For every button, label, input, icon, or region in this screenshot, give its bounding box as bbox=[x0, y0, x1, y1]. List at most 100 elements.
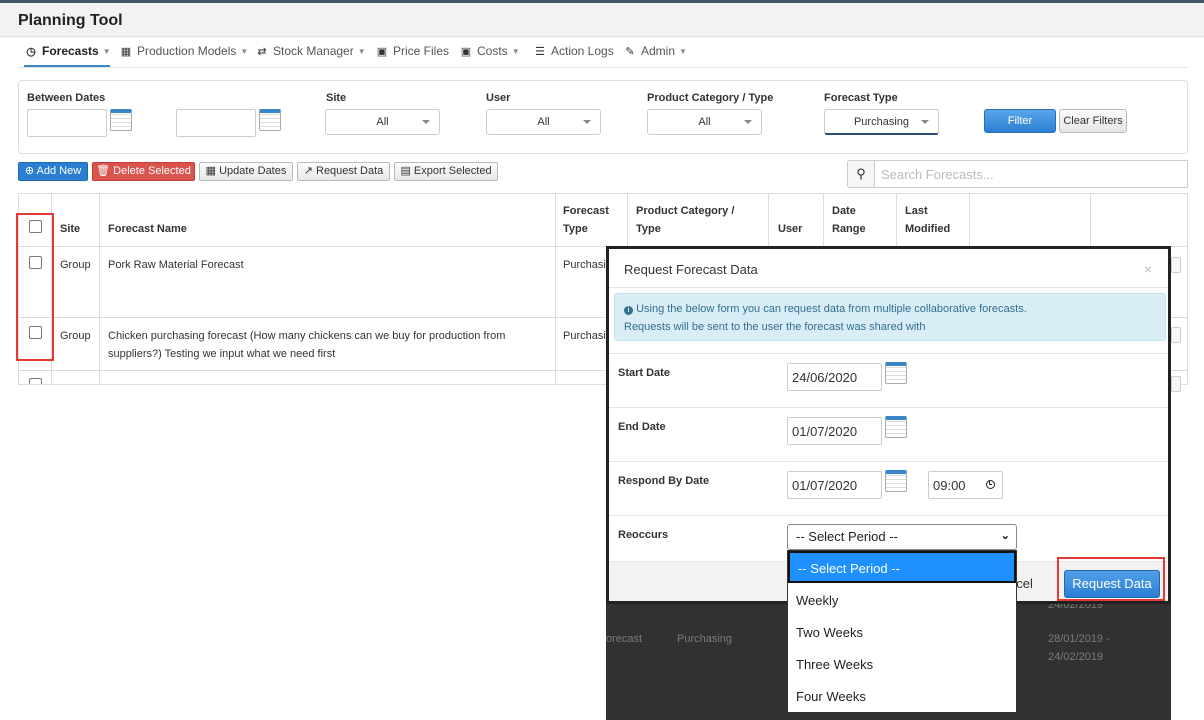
respond-by-date-input[interactable]: 01/07/2020 bbox=[787, 471, 882, 499]
update-dates-button[interactable]: ▦ Update Dates bbox=[199, 162, 293, 181]
close-icon[interactable]: × bbox=[1144, 261, 1152, 277]
info-alert: i Using the below form you can request d… bbox=[614, 293, 1166, 341]
delete-selected-button[interactable]: 🗑 Delete Selected bbox=[92, 162, 195, 181]
row-action-button[interactable] bbox=[1171, 376, 1181, 392]
col-forecast-type-line1: Forecast bbox=[563, 205, 609, 217]
col-last-modified[interactable]: Last Modified bbox=[905, 202, 950, 238]
option-three-weeks[interactable]: Three Weeks bbox=[788, 649, 1016, 681]
row-action-button[interactable] bbox=[1171, 257, 1181, 273]
row-site: Group bbox=[60, 330, 91, 342]
chevron-down-icon: ▼ bbox=[102, 47, 111, 56]
filter-button[interactable]: Filter bbox=[984, 109, 1056, 133]
calendar-icon[interactable] bbox=[259, 109, 281, 131]
calendar-icon[interactable] bbox=[885, 362, 907, 384]
calendar-icon[interactable] bbox=[110, 109, 132, 131]
chevron-down-icon: ▼ bbox=[357, 47, 366, 56]
delete-selected-label: Delete Selected bbox=[113, 165, 191, 177]
col-forecast-name[interactable]: Forecast Name bbox=[108, 220, 187, 238]
col-date-range-line1: Date bbox=[832, 205, 856, 217]
site-select[interactable]: All bbox=[325, 109, 440, 135]
nav-stock-manager-label: Stock Manager bbox=[273, 44, 354, 58]
col-user[interactable]: User bbox=[778, 220, 802, 238]
col-forecast-type[interactable]: Forecast Type bbox=[563, 202, 609, 238]
export-selected-button[interactable]: ▤ Export Selected bbox=[394, 162, 498, 181]
info-icon: i bbox=[624, 306, 633, 315]
nav-price-files-label: Price Files bbox=[393, 44, 450, 58]
nav-admin[interactable]: ✎ Admin ▼ bbox=[623, 37, 687, 67]
nav-divider bbox=[18, 67, 1188, 68]
end-date-input[interactable]: 01/07/2020 bbox=[787, 417, 882, 445]
request-data-button[interactable]: ↗ Request Data bbox=[297, 162, 390, 181]
site-filter-label: Site bbox=[326, 92, 347, 104]
row-checkbox[interactable] bbox=[29, 378, 42, 384]
clear-filters-button[interactable]: Clear Filters bbox=[1059, 109, 1127, 133]
money-icon: ▣ bbox=[376, 46, 388, 58]
chevron-down-icon: ▼ bbox=[511, 47, 520, 56]
between-dates-label: Between Dates bbox=[27, 92, 106, 104]
date-from-input[interactable] bbox=[27, 109, 107, 137]
start-date-label: Start Date bbox=[618, 367, 670, 379]
chevron-down-icon: ▼ bbox=[240, 47, 249, 56]
export-selected-label: Export Selected bbox=[413, 165, 492, 177]
calendar-icon[interactable] bbox=[885, 470, 907, 492]
forecast-type-select[interactable]: Purchasing bbox=[824, 109, 939, 135]
nav-costs-label: Costs bbox=[477, 44, 508, 58]
main-nav: ◷ Forecasts ▼ ▦ Production Models ▼ ⇄ Stock M… bbox=[18, 37, 1204, 67]
respond-by-time-value: 09:00 bbox=[933, 478, 966, 493]
search-input[interactable]: Search Forecasts... bbox=[875, 160, 1188, 188]
nav-production-models-label: Production Models bbox=[137, 44, 237, 58]
nav-price-files[interactable]: ▣ Price Files bbox=[375, 37, 449, 67]
col-date-range[interactable]: Date Range bbox=[832, 202, 866, 238]
site-select-value: All bbox=[376, 116, 389, 128]
option-weekly[interactable]: Weekly bbox=[788, 585, 1016, 617]
nav-forecasts[interactable]: ◷ Forecasts ▼ bbox=[24, 37, 111, 67]
end-date-label: End Date bbox=[618, 421, 666, 433]
chevron-down-icon bbox=[422, 120, 430, 124]
respond-by-time-input[interactable]: 09:00 bbox=[928, 471, 1003, 499]
row-forecast-name-line2: suppliers?) Testing we input what we nee… bbox=[108, 348, 336, 360]
category-select-value: All bbox=[698, 116, 711, 128]
option-two-weeks[interactable]: Two Weeks bbox=[788, 617, 1016, 649]
calculator-icon: ▦ bbox=[120, 46, 132, 58]
request-data-label: Request Data bbox=[316, 165, 384, 177]
option-four-weeks[interactable]: Four Weeks bbox=[788, 681, 1016, 713]
row-action-button[interactable] bbox=[1171, 327, 1181, 343]
nav-action-logs[interactable]: ☰ Action Logs bbox=[533, 37, 614, 67]
row-forecast-name[interactable]: Chicken purchasing forecast (How many ch… bbox=[108, 327, 505, 363]
list-icon: ☰ bbox=[535, 46, 545, 58]
money-icon: ▣ bbox=[460, 46, 472, 58]
calendar-icon[interactable] bbox=[885, 416, 907, 438]
wrench-icon: ✎ bbox=[625, 46, 635, 58]
nav-admin-label: Admin bbox=[641, 44, 676, 58]
nav-stock-manager[interactable]: ⇄ Stock Manager ▼ bbox=[255, 37, 366, 67]
info-line1: Using the below form you can request dat… bbox=[636, 303, 1027, 315]
date-to-input[interactable] bbox=[176, 109, 256, 137]
user-select[interactable]: All bbox=[486, 109, 601, 135]
reoccurs-label: Reoccurs bbox=[618, 529, 669, 541]
nav-production-models[interactable]: ▦ Production Models ▼ bbox=[119, 37, 249, 67]
row-forecast-name[interactable]: Pork Raw Material Forecast bbox=[108, 256, 244, 274]
reoccurs-dropdown-list: -- Select Period -- Weekly Two Weeks Thr… bbox=[787, 550, 1017, 713]
retweet-icon: ⇄ bbox=[257, 46, 267, 58]
clock-icon bbox=[986, 480, 995, 489]
reoccurs-select[interactable]: -- Select Period -- ⌄ bbox=[787, 524, 1017, 550]
col-forecast-type-line2: Type bbox=[563, 223, 588, 235]
external-link-icon: ↗ bbox=[303, 165, 313, 177]
nav-costs[interactable]: ▣ Costs ▼ bbox=[459, 37, 520, 67]
bg-date-range-line1: 28/01/2019 - bbox=[1048, 633, 1110, 645]
col-site[interactable]: Site bbox=[60, 220, 80, 238]
bg-forecast-type: Purchasing bbox=[677, 633, 733, 645]
option-select-period[interactable]: -- Select Period -- bbox=[788, 551, 1016, 583]
start-date-input[interactable]: 24/06/2020 bbox=[787, 363, 882, 391]
col-category[interactable]: Product Category / Type bbox=[636, 202, 734, 238]
checkbox-highlight-annotation bbox=[16, 213, 54, 361]
user-filter-label: User bbox=[486, 92, 511, 104]
add-new-button[interactable]: ⊕ Add New bbox=[18, 162, 88, 181]
user-select-value: All bbox=[537, 116, 550, 128]
search-icon[interactable]: ⚲ bbox=[847, 160, 875, 188]
clock-icon: ◷ bbox=[26, 46, 36, 58]
forecast-type-label: Forecast Type bbox=[824, 92, 898, 104]
calendar-icon: ▦ bbox=[205, 165, 217, 177]
chevron-down-icon bbox=[921, 120, 929, 124]
category-select[interactable]: All bbox=[647, 109, 762, 135]
